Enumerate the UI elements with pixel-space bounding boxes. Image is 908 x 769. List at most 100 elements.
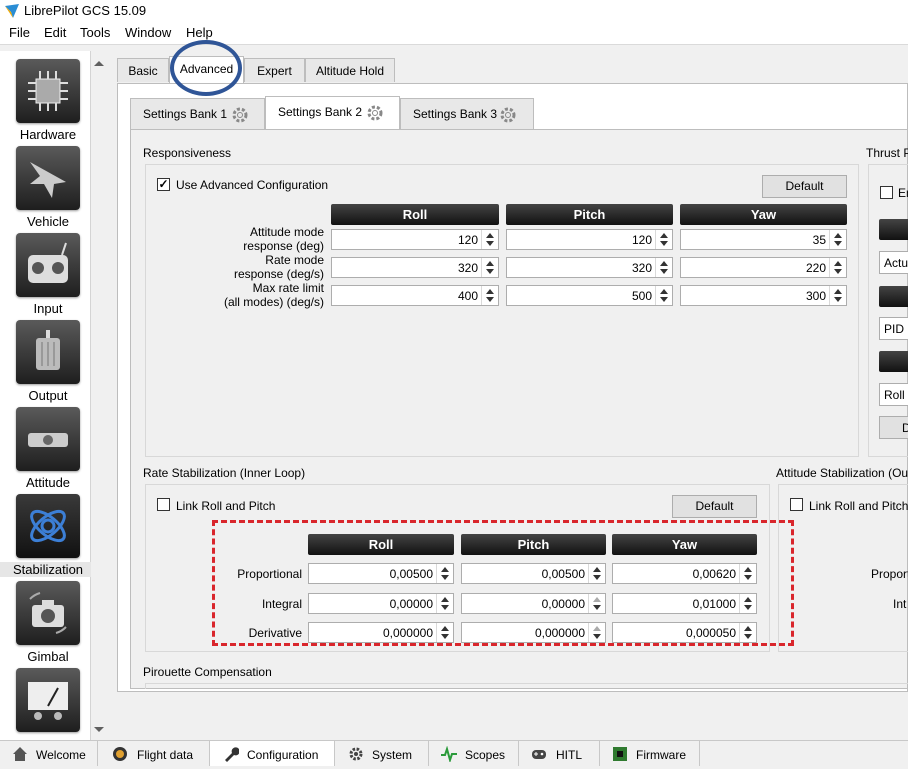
sidebar-item-gauge[interactable] — [0, 660, 90, 747]
tab-settings-bank-2[interactable]: Settings Bank 2 — [265, 96, 400, 129]
sidebar-item-attitude[interactable]: Attitude — [0, 399, 90, 490]
attitude-integral-label: Int — [893, 597, 907, 611]
sidebar-item-stabilization[interactable]: Stabilization — [0, 486, 96, 577]
menu-edit[interactable]: Edit — [44, 25, 66, 40]
config-sidebar: Hardware Vehicle Input Output Attitude S… — [0, 51, 96, 740]
tab-settings-bank-1[interactable]: Settings Bank 1 — [130, 98, 265, 129]
responsiveness-header-roll: Roll — [331, 204, 499, 225]
gauge-icon — [16, 668, 80, 732]
thrust-default-button[interactable]: D — [879, 416, 908, 439]
spin-arrows-icon[interactable] — [829, 286, 846, 305]
sidebar-scrollbar[interactable] — [91, 55, 108, 740]
tab-label: Flight data — [137, 748, 194, 762]
link-roll-pitch-checkbox[interactable] — [157, 498, 170, 511]
tab-label: Configuration — [247, 748, 319, 762]
maxrate-pitch-spinbox[interactable]: 500 — [506, 285, 673, 306]
thrust-pid-field[interactable]: PID — [879, 317, 908, 340]
spin-arrows-icon[interactable] — [655, 230, 672, 249]
spin-arrows-icon[interactable] — [829, 230, 846, 249]
menu-tools[interactable]: Tools — [80, 25, 110, 40]
spin-arrows-icon[interactable] — [655, 286, 672, 305]
bank-label: Settings Bank 3 — [413, 107, 498, 121]
tab-altitude-hold[interactable]: Altitude Hold — [305, 58, 395, 82]
attitude-proportional-label: Proport — [871, 567, 908, 581]
rate-mode-label: Rate mode response (deg/s) — [233, 253, 324, 281]
spin-arrows-icon[interactable] — [829, 258, 846, 277]
tab-configuration[interactable]: Configuration — [210, 741, 335, 766]
rate-roll-spinbox[interactable]: 320 — [331, 257, 499, 278]
tab-welcome[interactable]: Welcome — [0, 741, 98, 766]
tab-firmware[interactable]: Firmware — [600, 741, 700, 766]
pirouette-title: Pirouette Compensation — [143, 665, 272, 679]
thrust-group — [868, 164, 908, 457]
spin-arrows-icon[interactable] — [481, 258, 498, 277]
board-icon — [613, 747, 627, 761]
responsiveness-header-pitch: Pitch — [506, 204, 673, 225]
wrench-icon — [225, 747, 239, 762]
link-roll-pitch-label: Link Roll and Pitch — [176, 499, 276, 513]
aircraft-icon — [16, 146, 80, 210]
tab-label: System — [372, 748, 413, 762]
thrust-roll-field[interactable]: Roll F — [879, 383, 908, 406]
attitude-mode-label: Attitude mode response (deg) — [243, 225, 324, 253]
tab-label: HITL — [556, 748, 583, 762]
sidebar-item-hardware[interactable]: Hardware — [0, 51, 90, 142]
highlight-ellipse — [170, 40, 242, 96]
use-advanced-checkbox[interactable]: ✓ — [157, 178, 170, 191]
tab-label: Scopes — [465, 748, 506, 762]
rate-yaw-spinbox[interactable]: 220 — [680, 257, 847, 278]
tab-expert[interactable]: Expert — [244, 58, 305, 82]
menu-window[interactable]: Window — [125, 25, 171, 40]
use-advanced-label: Use Advanced Configuration — [176, 178, 329, 192]
scroll-up-icon[interactable] — [94, 61, 104, 66]
responsiveness-title: Responsiveness — [143, 146, 232, 160]
responsiveness-default-button[interactable]: Default — [762, 175, 847, 198]
rate-stab-title: Rate Stabilization (Inner Loop) — [143, 466, 306, 480]
tab-scopes[interactable]: Scopes — [429, 741, 519, 766]
gamepad-icon — [532, 750, 546, 759]
attitude-stab-title: Attitude Stabilization (Out — [776, 466, 908, 480]
title-bar: LibrePilot GCS 15.09 — [0, 0, 908, 22]
pulse-icon — [441, 746, 457, 762]
menu-help[interactable]: Help — [186, 25, 213, 40]
tab-hitl[interactable]: HITL — [519, 741, 600, 766]
sidebar-item-vehicle[interactable]: Vehicle — [0, 138, 90, 229]
attitude-link-label: Link Roll and Pitch — [809, 499, 908, 513]
menu-file[interactable]: File — [9, 25, 30, 40]
maxrate-yaw-spinbox[interactable]: 300 — [680, 285, 847, 306]
camera-icon — [16, 581, 80, 645]
sidebar-item-input[interactable]: Input — [0, 225, 90, 316]
thrust-group-title: Thrust P — [866, 146, 908, 160]
thrust-header-1 — [879, 219, 908, 240]
attitude-roll-spinbox[interactable]: 120 — [331, 229, 499, 250]
attitude-yaw-spinbox[interactable]: 35 — [680, 229, 847, 250]
tab-system[interactable]: System — [335, 741, 429, 766]
rate-pitch-spinbox[interactable]: 320 — [506, 257, 673, 278]
rate-stab-default-button[interactable]: Default — [672, 495, 757, 518]
thrust-header-2 — [879, 286, 908, 307]
gear-icon — [349, 747, 363, 761]
spin-arrows-icon[interactable] — [481, 230, 498, 249]
sidebar-item-gimbal[interactable]: Gimbal — [0, 573, 90, 664]
tab-flight-data[interactable]: Flight data — [98, 741, 210, 766]
tab-label: Firmware — [636, 748, 686, 762]
spin-arrows-icon[interactable] — [655, 258, 672, 277]
thrust-actuator-field[interactable]: Actua — [879, 251, 908, 274]
gear-icon — [367, 105, 383, 121]
maxrate-roll-spinbox[interactable]: 400 — [331, 285, 499, 306]
window-title: LibrePilot GCS 15.09 — [24, 3, 147, 18]
compass-icon — [113, 747, 127, 761]
thrust-enable-checkbox[interactable] — [880, 186, 893, 199]
attitude-pitch-spinbox[interactable]: 120 — [506, 229, 673, 250]
max-rate-label: Max rate limit (all modes) (deg/s) — [223, 281, 324, 309]
tab-settings-bank-3[interactable]: Settings Bank 3 — [400, 98, 534, 129]
bank-label: Settings Bank 1 — [143, 107, 228, 121]
tab-basic[interactable]: Basic — [117, 58, 169, 82]
highlight-dashed-rect — [212, 520, 794, 646]
scroll-down-icon[interactable] — [94, 727, 104, 732]
mode-tab-bar: Welcome Flight data Configuration System… — [0, 740, 908, 766]
librepilot-logo-icon — [5, 4, 19, 18]
spin-arrows-icon[interactable] — [481, 286, 498, 305]
attitude-link-checkbox[interactable] — [790, 498, 803, 511]
sidebar-item-output[interactable]: Output — [0, 312, 90, 403]
